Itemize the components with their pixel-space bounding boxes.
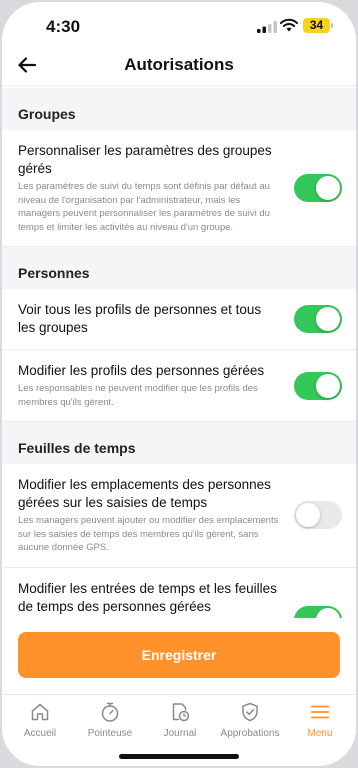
toggle-switch-customize-groups[interactable]: [294, 174, 342, 202]
toggle-knob: [296, 503, 320, 528]
battery-indicator: 34: [303, 18, 333, 33]
tab-label: Journal: [163, 728, 197, 739]
timesheet-icon: [172, 703, 190, 722]
tab-menu[interactable]: Menu: [285, 701, 355, 739]
toggle-switch-edit-managed-profiles[interactable]: [294, 371, 342, 400]
tab-journal[interactable]: Journal: [145, 701, 215, 739]
setting-row-edit-time-entries[interactable]: Modifier les entrées de temps et les feu…: [2, 567, 356, 618]
menu-icon: [310, 705, 330, 719]
tab-label: Menu: [307, 728, 333, 739]
toggle-switch-view-all-profiles[interactable]: [294, 305, 342, 333]
setting-title: Modifier les entrées de temps et les feu…: [18, 580, 277, 614]
tab-label: Approbations: [220, 728, 280, 739]
setting-row-customize-groups[interactable]: Personnaliser les paramètres des groupes…: [2, 130, 356, 247]
stopwatch-icon: [101, 702, 119, 722]
section-header-personnes: Personnes: [18, 265, 90, 281]
toggle-switch-edit-locations[interactable]: [294, 501, 342, 530]
save-area: Enregistrer: [2, 618, 356, 694]
tab-approbations[interactable]: Approbations: [215, 701, 285, 739]
tab-pointeuse[interactable]: Pointeuse: [75, 701, 145, 739]
setting-row-view-all-profiles[interactable]: Voir tous les profils de personnes et to…: [2, 289, 356, 350]
nav-header: Autorisations: [2, 44, 356, 86]
home-icon: [31, 703, 49, 721]
setting-description: Les paramètres de suivi du temps sont dé…: [18, 181, 270, 233]
status-bar: 4:30 34: [2, 2, 356, 48]
save-button[interactable]: Enregistrer: [18, 632, 340, 678]
toggle-switch-edit-time-entries[interactable]: [294, 605, 342, 618]
shield-check-icon: [242, 702, 258, 722]
setting-title: Personnaliser les paramètres des groupes…: [18, 143, 272, 176]
toggle-knob: [316, 307, 340, 331]
setting-title: Modifier les emplacements des personnes …: [18, 477, 271, 510]
tab-label: Pointeuse: [87, 728, 133, 739]
tab-accueil[interactable]: Accueil: [5, 701, 75, 739]
page-title: Autorisations: [124, 55, 234, 74]
phone-screen: 4:30 34 Autorisations Groupes Personnali…: [2, 2, 356, 766]
wifi-icon: [280, 18, 298, 32]
cellular-signal-icon: [257, 21, 277, 33]
setting-row-edit-managed-profiles[interactable]: Modifier les profils des personnes gérée…: [2, 350, 356, 422]
section-header-feuilles-de-temps: Feuilles de temps: [18, 440, 136, 456]
setting-description: Les responsables ne peuvent modifier que…: [18, 383, 258, 408]
status-time: 4:30: [46, 17, 81, 36]
home-indicator: [119, 754, 239, 759]
section-header-groupes: Groupes: [18, 106, 76, 122]
setting-description: Les managers peuvent ajouter ou modifier…: [18, 515, 279, 553]
settings-list[interactable]: Groupes Personnaliser les paramètres des…: [2, 88, 356, 618]
setting-title: Voir tous les profils de personnes et to…: [18, 302, 262, 335]
tab-label: Accueil: [23, 728, 57, 739]
setting-row-edit-locations[interactable]: Modifier les emplacements des personnes …: [2, 464, 356, 568]
toggle-knob: [316, 176, 340, 200]
toggle-knob: [316, 373, 340, 398]
setting-title: Modifier les profils des personnes gérée…: [18, 363, 265, 378]
toggle-knob: [316, 607, 340, 618]
